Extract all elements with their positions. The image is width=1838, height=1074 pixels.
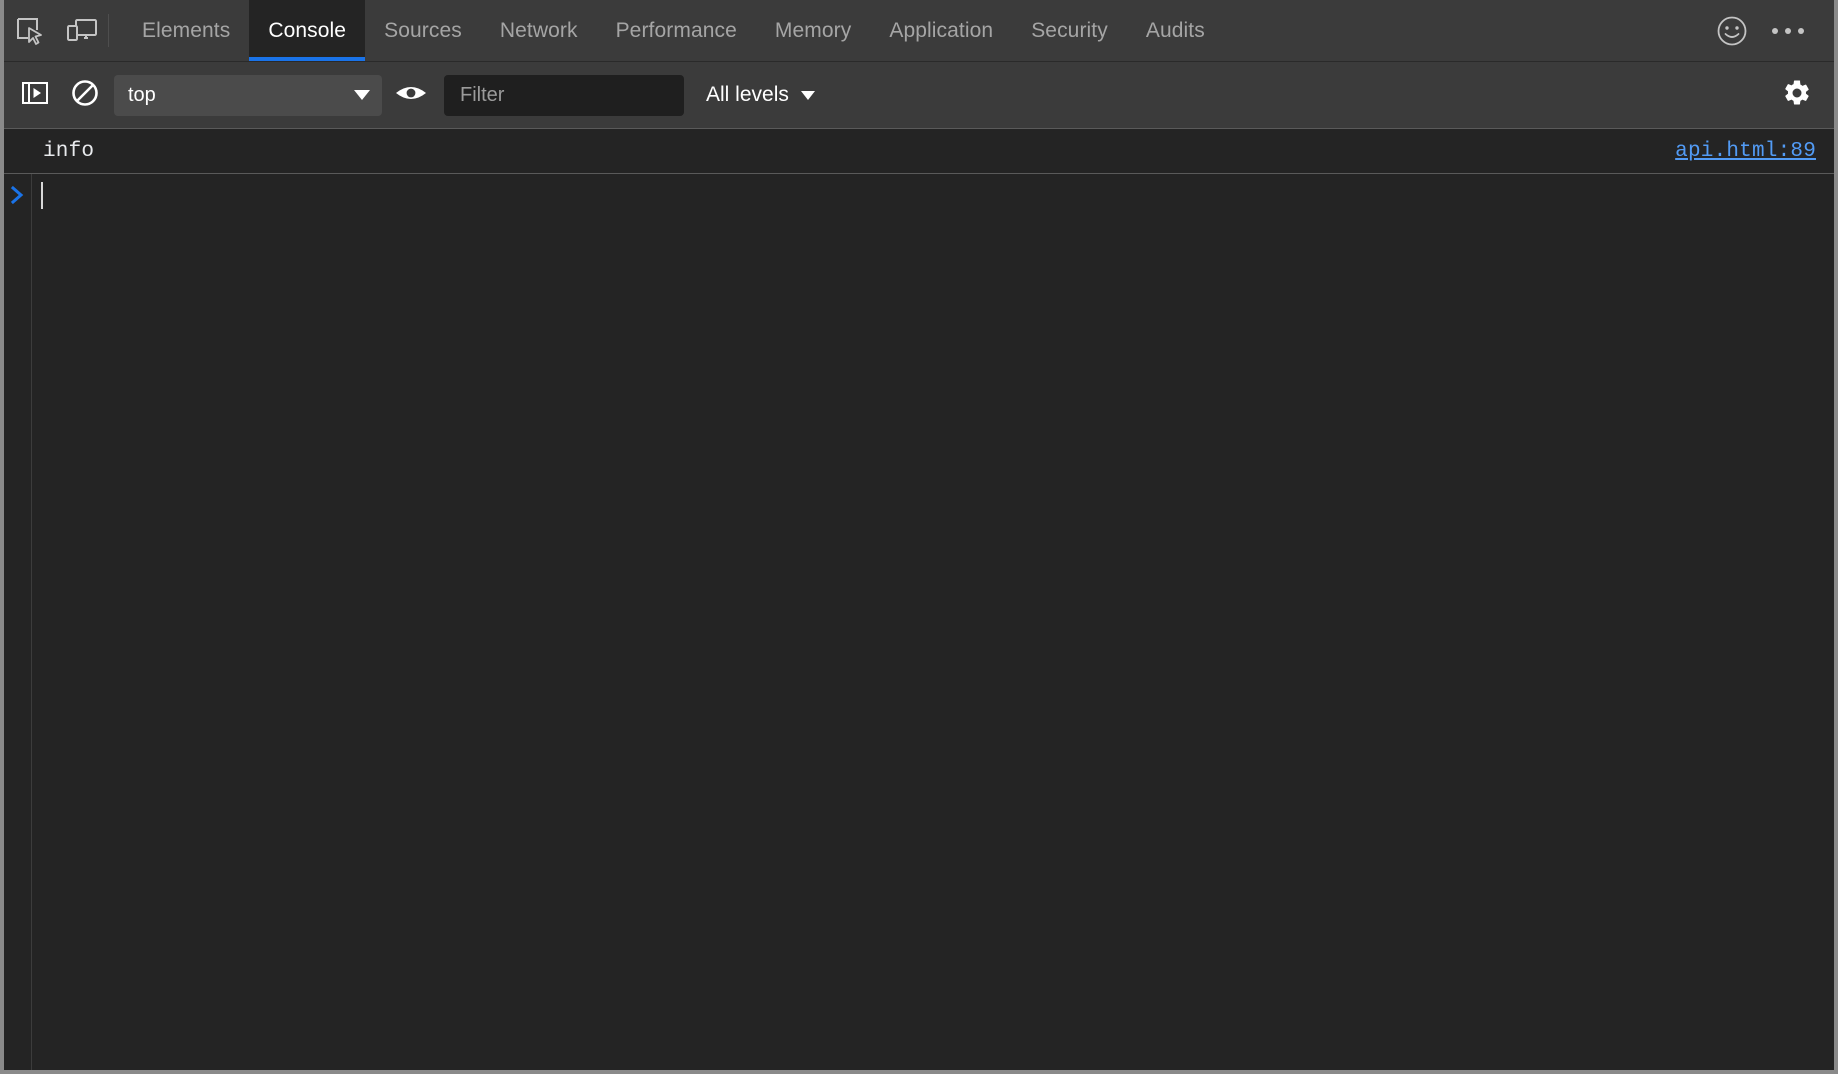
tab-label: Application (889, 18, 994, 42)
tabbar-right-actions (1704, 0, 1834, 61)
console-message-text: info (43, 139, 95, 163)
tab-security[interactable]: Security (1012, 0, 1127, 61)
tab-label: Audits (1145, 18, 1205, 42)
tabbar-divider (108, 14, 109, 47)
console-settings-button[interactable] (1766, 66, 1828, 124)
prompt-chevron-icon (4, 185, 31, 205)
tab-label: Network (499, 18, 578, 42)
tab-label: Console (268, 18, 347, 42)
clear-console-icon (70, 78, 100, 113)
toggle-device-toolbar-button[interactable] (56, 0, 108, 61)
kebab-menu-icon (1772, 27, 1804, 34)
console-sidebar-icon (21, 79, 49, 112)
console-message-row[interactable]: info api.html:89 (4, 129, 1834, 174)
clear-console-button[interactable] (60, 70, 110, 120)
tab-network[interactable]: Network (481, 0, 597, 61)
tab-memory[interactable]: Memory (756, 0, 870, 61)
tab-label: Security (1031, 18, 1108, 42)
console-gutter-divider (31, 129, 32, 1070)
panel-tabs: Elements Console Sources Network Perform… (123, 0, 1224, 61)
tab-label: Sources (384, 18, 462, 42)
tab-performance[interactable]: Performance (597, 0, 756, 61)
device-toolbar-icon (66, 17, 98, 45)
log-level-selector[interactable]: All levels (706, 83, 815, 107)
tab-sources[interactable]: Sources (365, 0, 481, 61)
console-filter-box[interactable] (444, 74, 684, 116)
console-prompt-input[interactable] (31, 174, 1834, 216)
smiley-face-icon (1716, 15, 1748, 47)
inspect-element-button[interactable] (4, 0, 56, 61)
chevron-down-icon (800, 90, 815, 100)
console-prompt-row[interactable] (4, 174, 1834, 216)
tab-application[interactable]: Application (870, 0, 1012, 61)
filter-input[interactable] (458, 82, 670, 108)
inspect-element-icon (15, 16, 45, 46)
console-toolbar: top All levels (4, 62, 1834, 129)
chevron-down-icon (354, 90, 370, 100)
console-message-source-link[interactable]: api.html:89 (1675, 140, 1816, 163)
log-level-selected-value: All levels (706, 83, 789, 106)
tab-label: Memory (774, 18, 852, 42)
tab-elements[interactable]: Elements (123, 0, 249, 61)
tab-label: Elements (142, 18, 231, 42)
create-live-expression-button[interactable] (386, 70, 436, 120)
eye-icon (394, 81, 428, 110)
tab-console[interactable]: Console (249, 0, 366, 61)
tabbar-spacer (1224, 0, 1704, 61)
devtools-tab-bar: Elements Console Sources Network Perform… (4, 0, 1834, 62)
tab-label: Performance (615, 18, 737, 42)
text-cursor (41, 181, 43, 209)
tab-audits[interactable]: Audits (1127, 0, 1224, 61)
settings-gear-icon (1782, 78, 1812, 113)
context-selected-value: top (128, 83, 156, 106)
more-options-button[interactable] (1760, 27, 1816, 34)
devtools-window: Elements Console Sources Network Perform… (0, 0, 1838, 1074)
console-message-area[interactable]: info api.html:89 (4, 129, 1834, 1070)
toggle-console-sidebar-button[interactable] (10, 70, 60, 120)
send-feedback-button[interactable] (1704, 15, 1760, 47)
javascript-context-selector[interactable]: top (114, 74, 382, 116)
